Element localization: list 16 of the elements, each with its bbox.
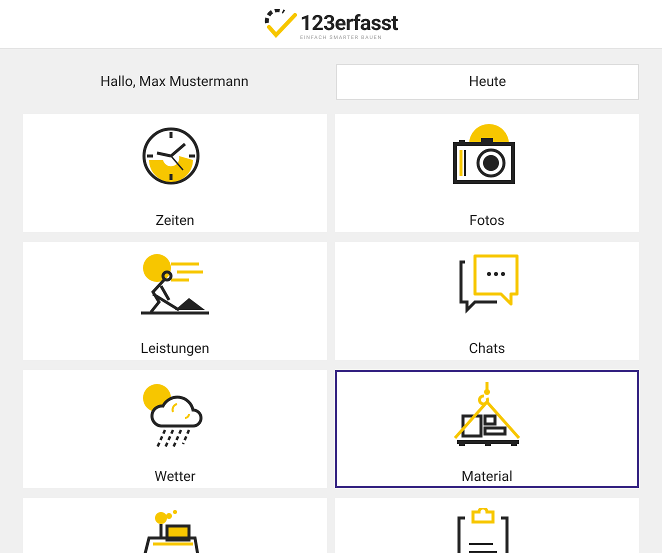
date-button[interactable]: Heute <box>336 64 639 100</box>
greeting-text: Hallo, Max Mustermann <box>99 74 250 90</box>
menu-tile[interactable]: Wetter <box>23 370 327 488</box>
tile-label: Zeiten <box>156 213 194 229</box>
tile-label: Leistungen <box>140 341 210 357</box>
menu-tile[interactable]: Material <box>335 370 639 488</box>
tile-label: Material <box>461 469 512 485</box>
tile-label: Wetter <box>154 469 196 485</box>
tile-label: Chats <box>468 341 506 357</box>
tile-label: Fotos <box>469 213 505 229</box>
menu-tile[interactable]: Fotos <box>335 114 639 232</box>
menu-tile[interactable]: Chats <box>335 242 639 360</box>
menu-tile[interactable]: Zeiten <box>23 114 327 232</box>
menu-tile[interactable]: Leistungen <box>23 242 327 360</box>
logo-icon <box>264 9 298 39</box>
logo-wordmark: 123erfasst <box>300 12 398 34</box>
